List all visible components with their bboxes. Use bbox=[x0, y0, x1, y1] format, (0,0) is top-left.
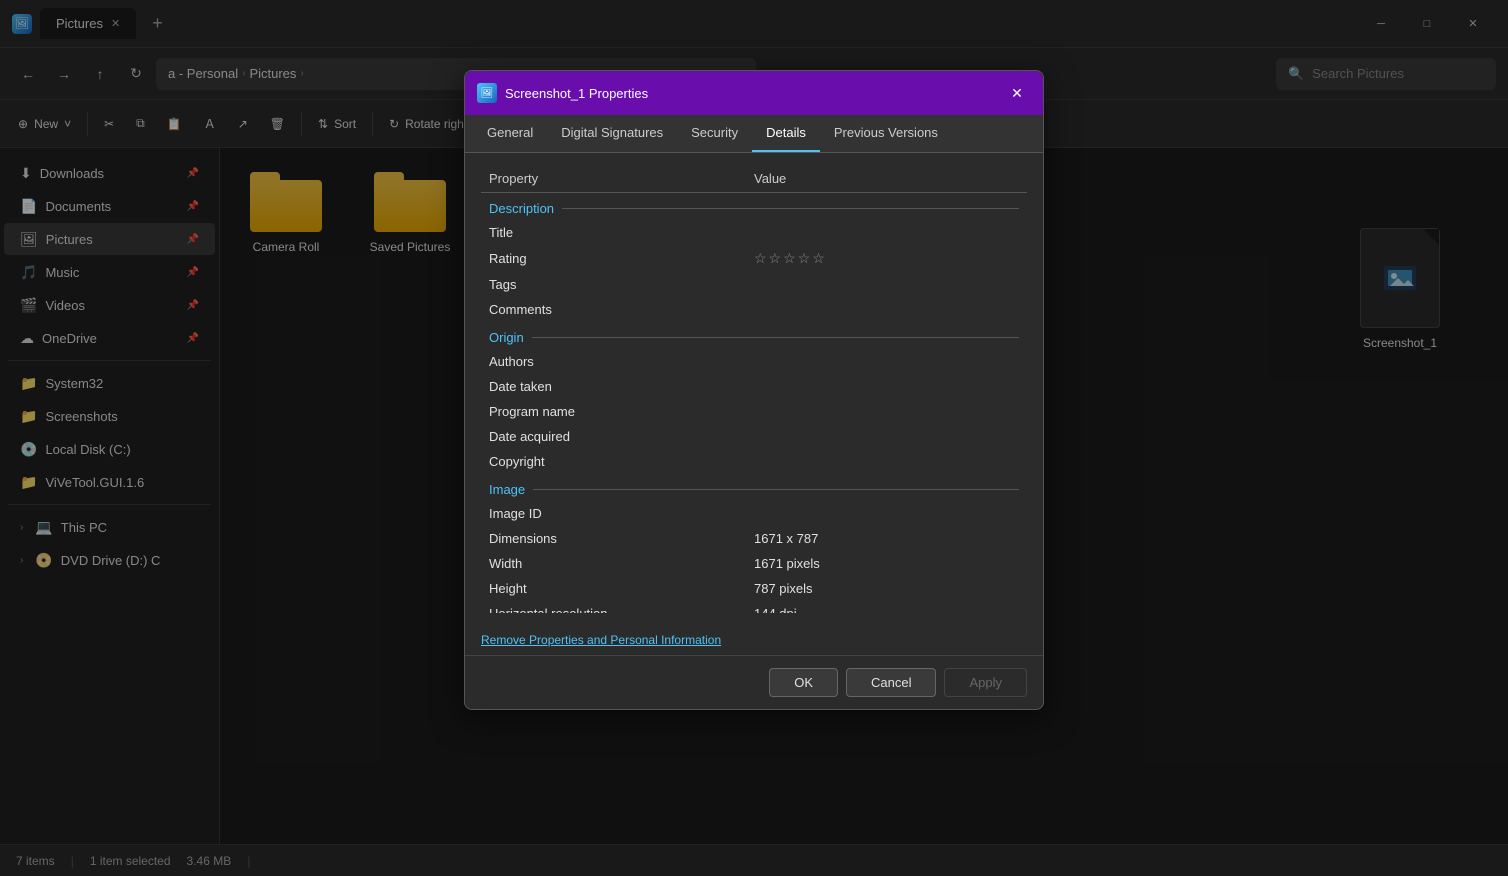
dialog-title: Screenshot_1 Properties bbox=[505, 86, 995, 101]
props-name-date-taken: Date taken bbox=[489, 379, 754, 394]
tab-previous-versions-label: Previous Versions bbox=[834, 125, 938, 140]
section-description: Description bbox=[481, 193, 1027, 220]
props-row-tags[interactable]: Tags bbox=[481, 272, 1027, 297]
props-name-title: Title bbox=[489, 225, 754, 240]
props-val-rating: ☆☆☆☆☆ bbox=[754, 250, 1019, 267]
section-origin-line bbox=[532, 337, 1019, 338]
props-row-date-taken[interactable]: Date taken bbox=[481, 374, 1027, 399]
dialog-tabs: General Digital Signatures Security Deta… bbox=[465, 115, 1043, 153]
ok-button[interactable]: OK bbox=[769, 668, 838, 697]
props-val-dimensions: 1671 x 787 bbox=[754, 531, 1019, 546]
props-row-width[interactable]: Width 1671 pixels bbox=[481, 551, 1027, 576]
props-row-h-resolution[interactable]: Horizontal resolution 144 dpi bbox=[481, 601, 1027, 613]
section-image-line bbox=[533, 489, 1019, 490]
props-row-title[interactable]: Title bbox=[481, 220, 1027, 245]
tab-general-label: General bbox=[487, 125, 533, 140]
apply-button[interactable]: Apply bbox=[944, 668, 1027, 697]
tab-security[interactable]: Security bbox=[677, 115, 752, 152]
section-image-label: Image bbox=[489, 482, 525, 497]
tab-digital-signatures[interactable]: Digital Signatures bbox=[547, 115, 677, 152]
section-description-label: Description bbox=[489, 201, 554, 216]
props-row-dimensions[interactable]: Dimensions 1671 x 787 bbox=[481, 526, 1027, 551]
remove-properties-link[interactable]: Remove Properties and Personal Informati… bbox=[465, 625, 1043, 655]
section-description-line bbox=[562, 208, 1019, 209]
dialog-body: Property Value Description Title Rating … bbox=[465, 153, 1043, 625]
dialog-footer: OK Cancel Apply bbox=[465, 655, 1043, 709]
props-name-comments: Comments bbox=[489, 302, 754, 317]
props-name-h-resolution: Horizontal resolution bbox=[489, 606, 754, 613]
props-val-height: 787 pixels bbox=[754, 581, 1019, 596]
properties-dialog: 🖼 Screenshot_1 Properties ✕ General Digi… bbox=[464, 70, 1044, 710]
props-val-h-resolution: 144 dpi bbox=[754, 606, 1019, 613]
dialog-title-icon: 🖼 bbox=[477, 83, 497, 103]
section-origin-label: Origin bbox=[489, 330, 524, 345]
props-name-height: Height bbox=[489, 581, 754, 596]
props-row-date-acquired[interactable]: Date acquired bbox=[481, 424, 1027, 449]
tab-previous-versions[interactable]: Previous Versions bbox=[820, 115, 952, 152]
props-name-copyright: Copyright bbox=[489, 454, 754, 469]
props-val-width: 1671 pixels bbox=[754, 556, 1019, 571]
props-name-dimensions: Dimensions bbox=[489, 531, 754, 546]
props-name-tags: Tags bbox=[489, 277, 754, 292]
props-header-value: Value bbox=[754, 171, 1019, 186]
dialog-titlebar: 🖼 Screenshot_1 Properties ✕ bbox=[465, 71, 1043, 115]
props-row-comments[interactable]: Comments bbox=[481, 297, 1027, 322]
section-origin: Origin bbox=[481, 322, 1027, 349]
props-scroll-area[interactable]: Description Title Rating ☆☆☆☆☆ Tags Comm… bbox=[481, 193, 1027, 613]
tab-details[interactable]: Details bbox=[752, 115, 820, 152]
dialog-overlay: 🖼 Screenshot_1 Properties ✕ General Digi… bbox=[0, 0, 1508, 876]
tab-general[interactable]: General bbox=[473, 115, 547, 152]
props-row-image-id[interactable]: Image ID bbox=[481, 501, 1027, 526]
tab-security-label: Security bbox=[691, 125, 738, 140]
props-name-image-id: Image ID bbox=[489, 506, 754, 521]
props-name-program-name: Program name bbox=[489, 404, 754, 419]
props-name-authors: Authors bbox=[489, 354, 754, 369]
props-table-header: Property Value bbox=[481, 165, 1027, 193]
props-name-rating: Rating bbox=[489, 251, 754, 266]
dialog-close-button[interactable]: ✕ bbox=[1003, 79, 1031, 107]
section-image: Image bbox=[481, 474, 1027, 501]
tab-digital-signatures-label: Digital Signatures bbox=[561, 125, 663, 140]
props-row-program-name[interactable]: Program name bbox=[481, 399, 1027, 424]
props-row-rating[interactable]: Rating ☆☆☆☆☆ bbox=[481, 245, 1027, 272]
props-row-authors[interactable]: Authors bbox=[481, 349, 1027, 374]
props-row-height[interactable]: Height 787 pixels bbox=[481, 576, 1027, 601]
props-header-property: Property bbox=[489, 171, 754, 186]
tab-details-label: Details bbox=[766, 125, 806, 140]
props-row-copyright[interactable]: Copyright bbox=[481, 449, 1027, 474]
props-name-width: Width bbox=[489, 556, 754, 571]
props-name-date-acquired: Date acquired bbox=[489, 429, 754, 444]
cancel-button[interactable]: Cancel bbox=[846, 668, 936, 697]
